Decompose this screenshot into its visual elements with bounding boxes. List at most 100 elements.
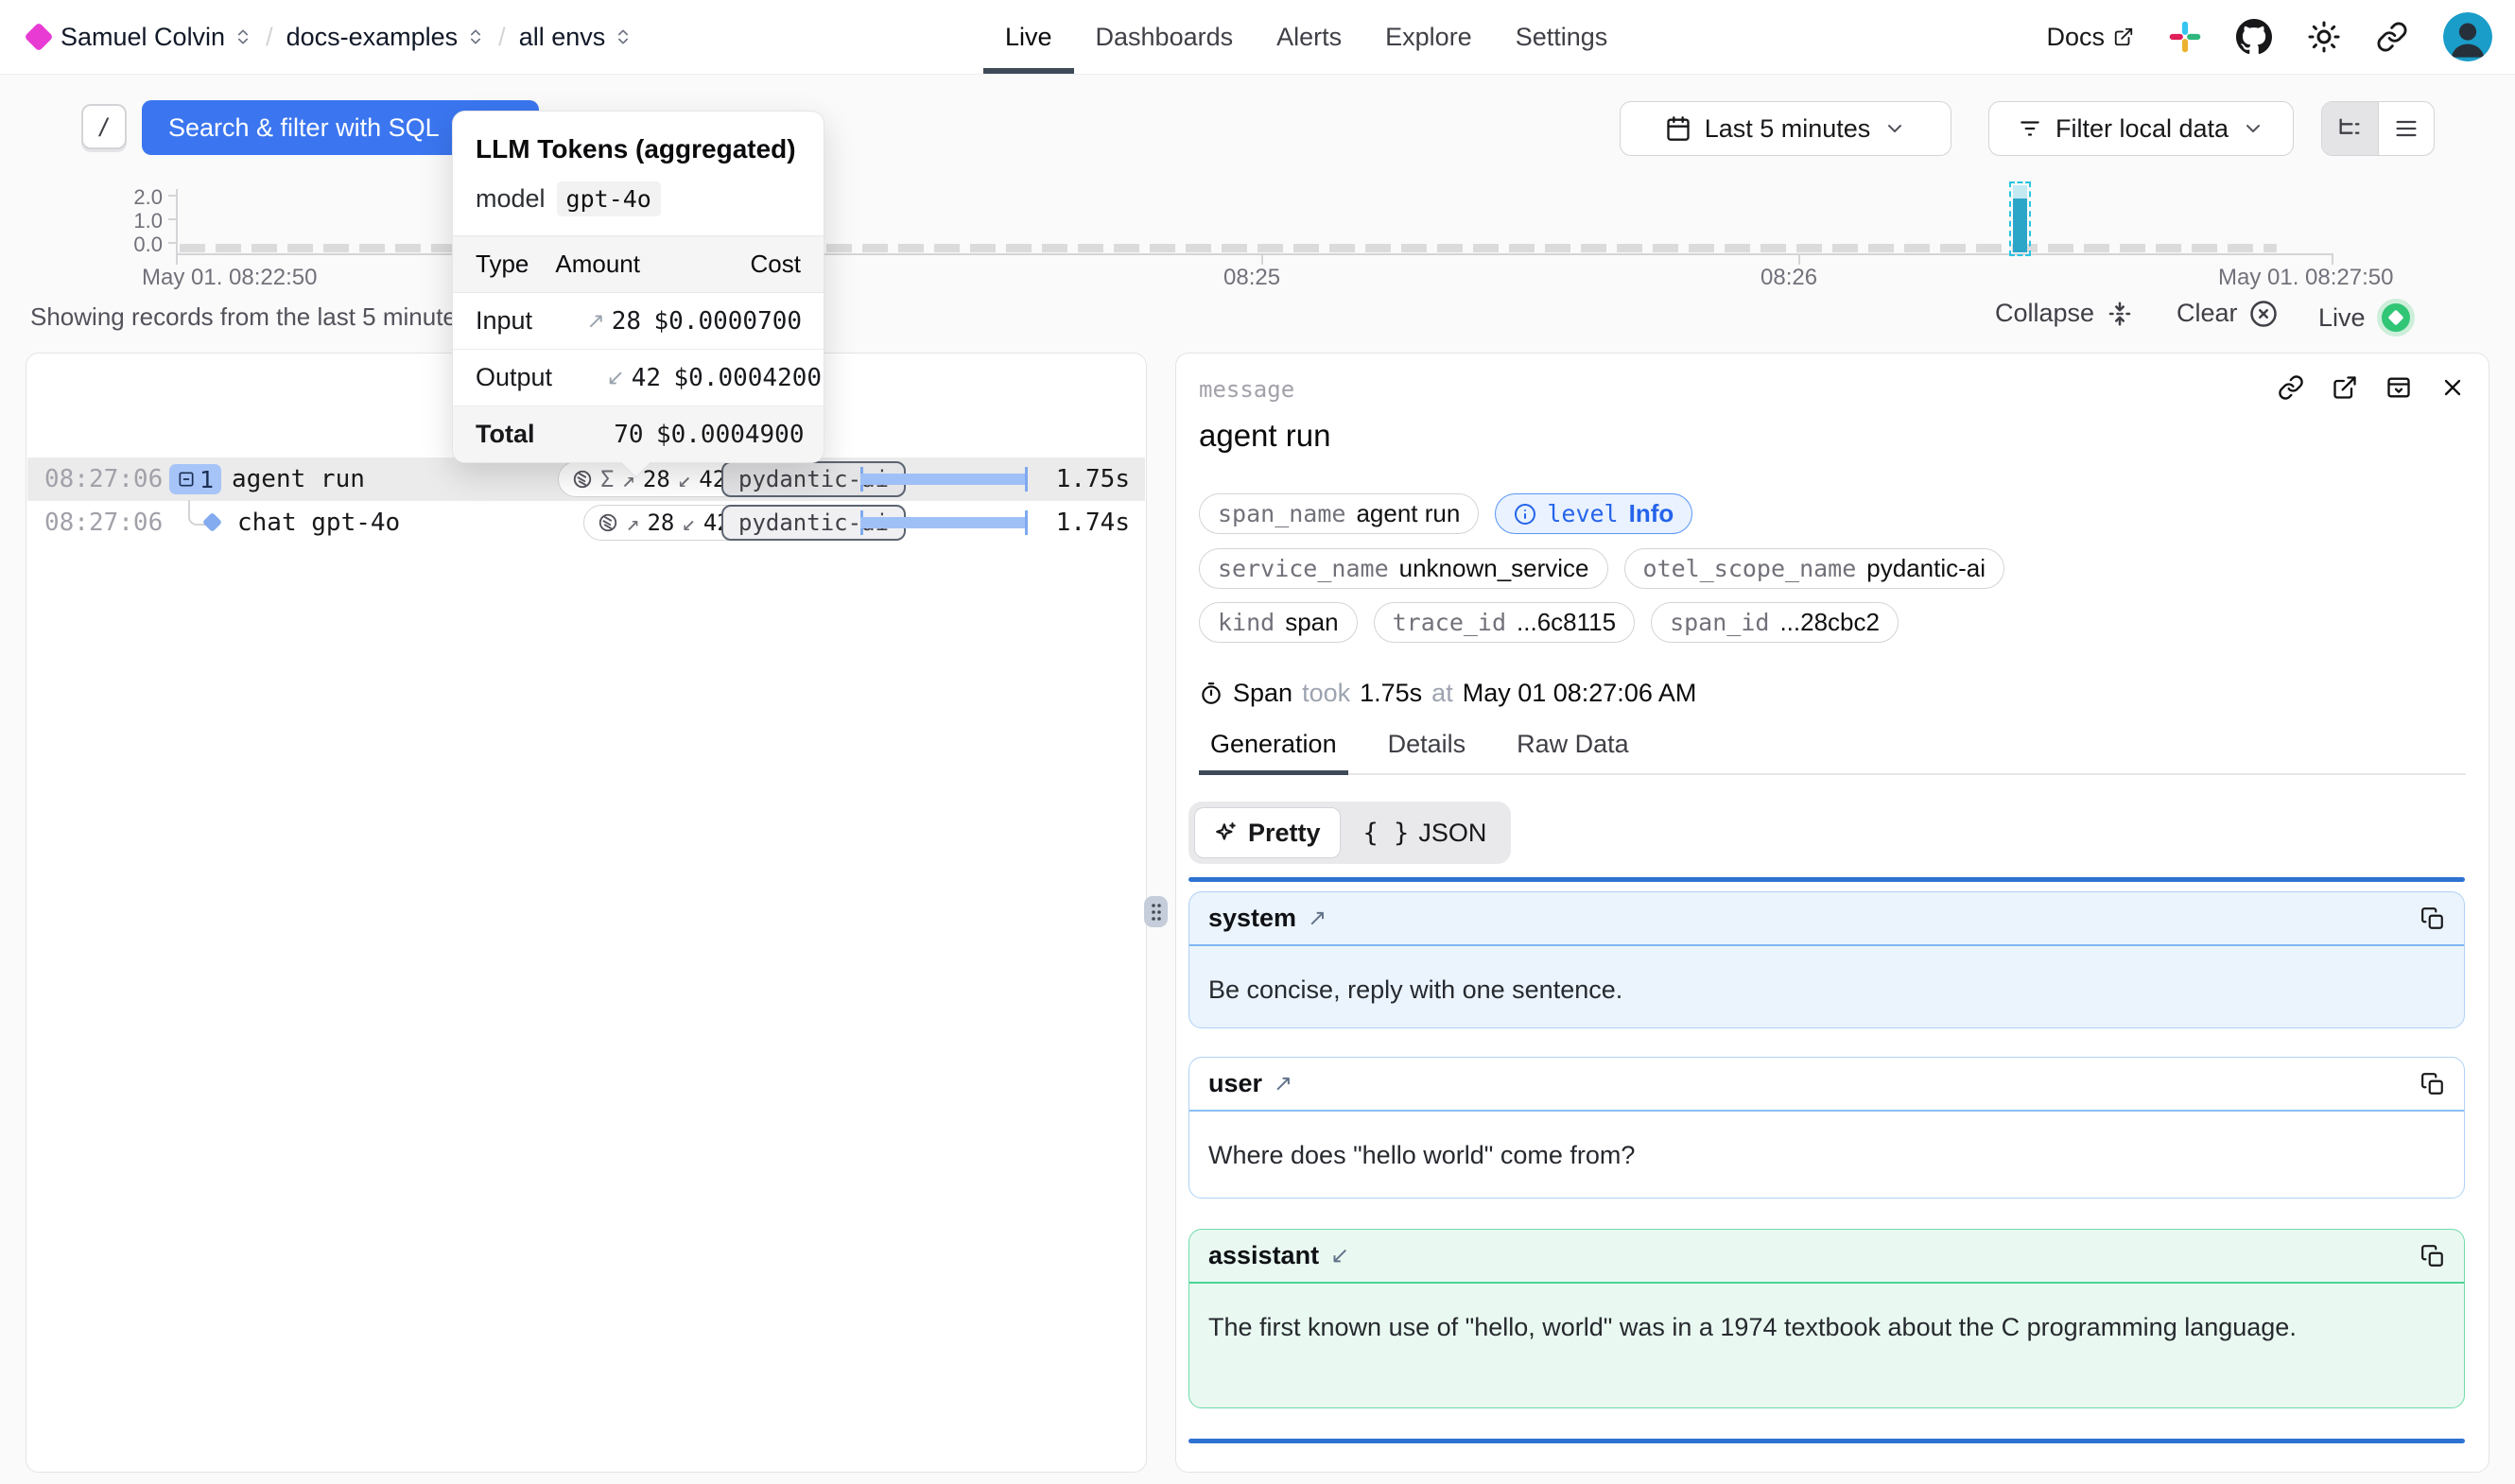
trace-time: 08:27:06 — [44, 501, 163, 544]
span-duration-line: Span took 1.75s at May 01 08:27:06 AM — [1199, 679, 1696, 708]
y-axis-tick: 2.0 — [106, 185, 163, 210]
message-header: system ↗ — [1189, 892, 2464, 946]
nav-tab-explore[interactable]: Explore — [1363, 0, 1494, 74]
stopwatch-icon — [1199, 682, 1223, 706]
logfire-logo-icon[interactable] — [24, 22, 53, 51]
pill-span-name[interactable]: span_name agent run — [1199, 493, 1479, 534]
breadcrumb-separator: / — [266, 23, 273, 52]
duration-bar — [860, 510, 1028, 535]
close-icon[interactable] — [2439, 374, 2466, 401]
org-switcher[interactable]: Samuel Colvin — [61, 23, 252, 52]
attribute-pills-row: span_name agent run level Info — [1199, 493, 1692, 534]
tooltip-row-output: Output ↙42 $0.0004200 — [453, 350, 824, 406]
record-count-bar[interactable] — [2013, 185, 2027, 252]
info-circle-icon — [1514, 503, 1536, 526]
y-axis-tick: 1.0 — [106, 209, 163, 233]
copy-icon[interactable] — [2420, 906, 2445, 931]
duration-value: 1.74s — [1056, 501, 1130, 544]
nav-tab-settings[interactable]: Settings — [1494, 0, 1630, 74]
output-arrow: ↙ — [682, 509, 695, 536]
project-name: docs-examples — [286, 23, 459, 52]
copy-link-icon[interactable] — [2278, 374, 2304, 401]
y-axis-line — [176, 189, 178, 253]
logfire-app: Samuel Colvin / docs-examples / all envs… — [0, 0, 2515, 1484]
org-name: Samuel Colvin — [61, 23, 225, 52]
breadcrumb-separator: / — [498, 23, 506, 52]
chevrons-up-down-icon — [614, 27, 633, 46]
pill-span-id[interactable]: span_id ...28cbc2 — [1651, 602, 1899, 643]
trace-row-agent-run[interactable]: 08:27:06 1 agent run Σ ↗28 ↙42 pydantic-… — [27, 457, 1145, 501]
pill-service-name[interactable]: service_name unknown_service — [1199, 548, 1608, 589]
clear-button[interactable]: Clear — [2177, 299, 2278, 328]
copy-icon[interactable] — [2420, 1244, 2445, 1268]
trace-row-chat-gpt4o[interactable]: 08:27:06 chat gpt-4o ↗28 ↙42 pydantic-ai… — [27, 501, 1145, 544]
header-actions: Docs — [2046, 0, 2492, 74]
message-text: Be concise, reply with one sentence. — [1189, 946, 2464, 1033]
token-usage-pill[interactable]: Σ ↗28 ↙42 — [558, 461, 740, 497]
theme-sun-icon[interactable] — [2307, 20, 2341, 54]
view-mode-toggle — [2321, 101, 2435, 156]
docs-link[interactable]: Docs — [2046, 23, 2134, 52]
open-external-icon[interactable] — [2332, 374, 2358, 401]
time-range-button[interactable]: Last 5 minutes — [1620, 101, 1951, 156]
pill-kind[interactable]: kind span — [1199, 602, 1358, 643]
y-axis-tick: 0.0 — [106, 233, 163, 257]
tree-view-button[interactable] — [2322, 102, 2378, 155]
collapse-box-icon — [177, 470, 196, 489]
span-title: agent run — [1199, 418, 1330, 454]
message-text: The first known use of "hello, world" wa… — [1189, 1284, 2464, 1371]
tooltip-title: LLM Tokens (aggregated) — [453, 112, 824, 164]
attribute-pills-row: service_name unknown_service otel_scope_… — [1199, 548, 2004, 589]
collapse-button[interactable]: Collapse — [1995, 299, 2134, 328]
collapse-children-badge[interactable]: 1 — [169, 464, 221, 494]
x-axis-tick: May 01. 08:22:50 — [142, 265, 317, 291]
tab-details[interactable]: Details — [1377, 730, 1478, 773]
exchange-separator-top — [1188, 877, 2465, 882]
duration-value: 1.75s — [1360, 679, 1422, 708]
slack-icon[interactable] — [2169, 21, 2201, 53]
pretty-toggle-button[interactable]: Pretty — [1194, 807, 1341, 858]
braces-icon: { } — [1363, 819, 1410, 848]
duration-bar — [860, 467, 1028, 492]
pill-level[interactable]: level Info — [1495, 493, 1692, 534]
span-name: chat gpt-4o — [237, 501, 400, 544]
trace-time: 08:27:06 — [44, 457, 163, 501]
list-view-button[interactable] — [2378, 102, 2434, 155]
dock-panel-icon[interactable] — [2385, 374, 2412, 401]
share-link-icon[interactable] — [2376, 21, 2408, 53]
pill-trace-id[interactable]: trace_id ...6c8115 — [1374, 602, 1635, 643]
x-axis-tick: 08:25 — [1223, 265, 1280, 291]
nav-tab-alerts[interactable]: Alerts — [1255, 0, 1363, 74]
message-header: assistant ↙ — [1189, 1230, 2464, 1284]
env-switcher[interactable]: all envs — [519, 23, 633, 52]
message-assistant: assistant ↙ The first known use of "hell… — [1188, 1229, 2465, 1408]
panel-resize-handle[interactable] — [1144, 896, 1168, 927]
primary-nav: Live Dashboards Alerts Explore Settings — [983, 0, 1629, 74]
tooltip-row-input: Input ↗28 $0.0000700 — [453, 293, 824, 350]
filter-label: Filter local data — [2055, 114, 2229, 144]
nav-tab-dashboards[interactable]: Dashboards — [1074, 0, 1256, 74]
llm-tokens-tooltip: LLM Tokens (aggregated) model gpt-4o Typ… — [452, 111, 824, 463]
project-switcher[interactable]: docs-examples — [286, 23, 486, 52]
showing-records-text: Showing records from the last 5 minutes — [30, 302, 469, 332]
slash-shortcut-key[interactable]: / — [81, 104, 127, 149]
detail-tabs: Generation Details Raw Data — [1199, 730, 2466, 775]
message-user: user ↗ Where does "hello world" come fro… — [1188, 1057, 2465, 1199]
sparkles-icon — [1214, 820, 1239, 845]
clear-label: Clear — [2177, 299, 2238, 328]
copy-icon[interactable] — [2420, 1072, 2445, 1096]
message-header: user ↗ — [1189, 1058, 2464, 1112]
filter-local-data-button[interactable]: Filter local data — [1988, 101, 2294, 156]
json-toggle-button[interactable]: { } JSON — [1344, 807, 1506, 858]
tab-generation[interactable]: Generation — [1199, 730, 1348, 775]
tree-view-icon — [2336, 115, 2363, 142]
nav-tab-live[interactable]: Live — [983, 0, 1074, 74]
live-toggle[interactable]: Live — [2318, 299, 2415, 336]
tab-raw-data[interactable]: Raw Data — [1505, 730, 1640, 773]
user-avatar[interactable] — [2443, 12, 2492, 61]
live-indicator-icon — [2377, 299, 2415, 336]
pill-otel-scope[interactable]: otel_scope_name pydantic-ai — [1624, 548, 2005, 589]
tooltip-row-total: Total 70 $0.0004900 — [453, 406, 824, 462]
github-icon[interactable] — [2236, 19, 2272, 55]
collapse-label: Collapse — [1995, 299, 2094, 328]
